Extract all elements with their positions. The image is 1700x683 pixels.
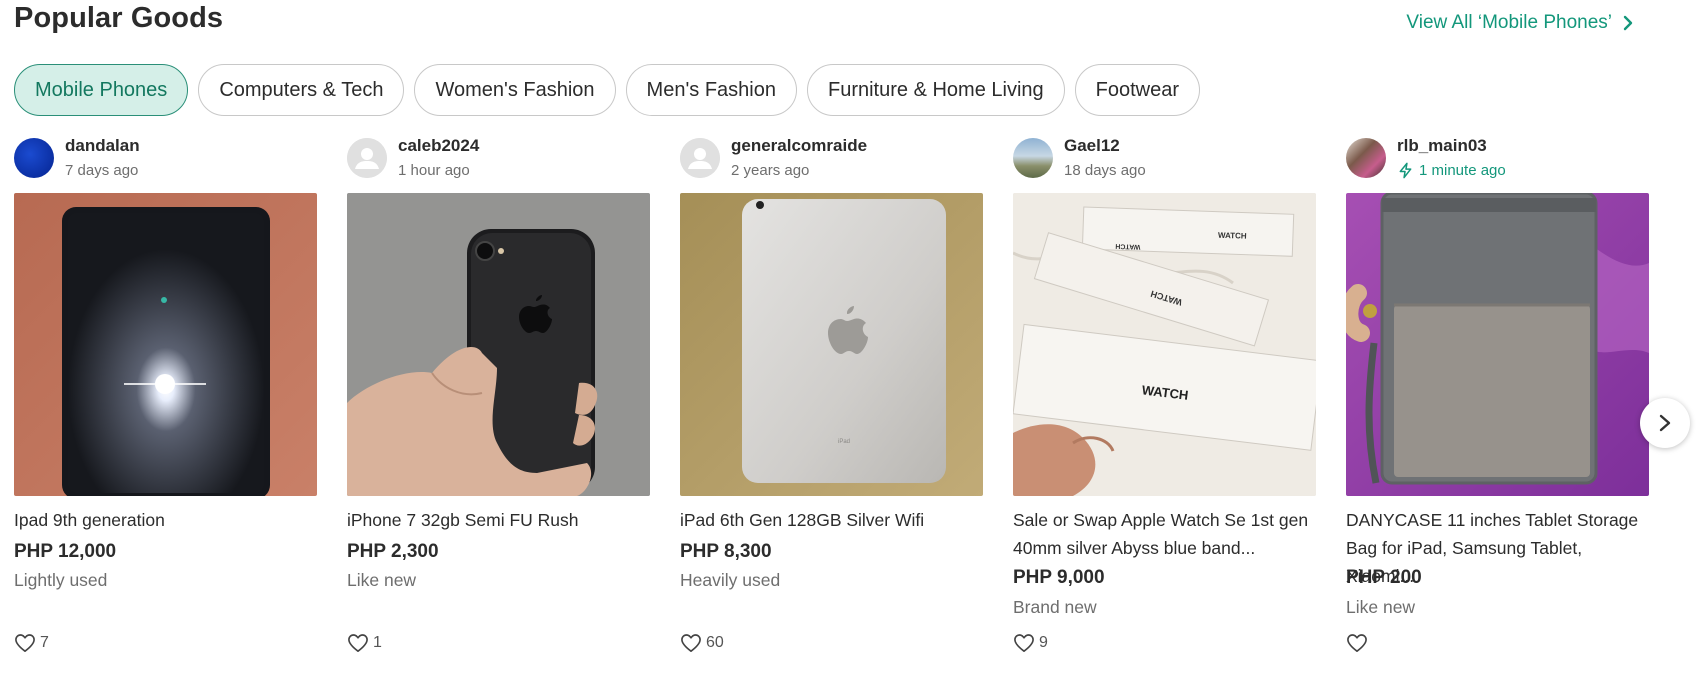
popular-goods-section: Popular Goods View All ‘Mobile Phones’ M… — [0, 0, 1700, 683]
ipad-photo-image — [14, 193, 317, 496]
listing-time: 1 minute ago — [1397, 162, 1506, 179]
section-title: Popular Goods — [14, 2, 224, 34]
watch-boxes-photo-image: WATCH WATCH WATCH WATCH — [1013, 193, 1316, 496]
seller-name[interactable]: dandalan — [65, 136, 140, 156]
heart-outline-icon — [348, 634, 368, 652]
like-count: 9 — [1039, 634, 1048, 651]
category-chip-furniture-home-living[interactable]: Furniture & Home Living — [806, 64, 1065, 116]
listing-condition: Like new — [347, 570, 417, 590]
lightning-icon — [1399, 162, 1412, 179]
chevron-right-icon — [1623, 15, 1633, 31]
listing-time-text: 7 days ago — [65, 162, 139, 179]
seller-info[interactable]: rlb_main03 1 minute ago — [1346, 136, 1649, 180]
listing-card[interactable]: rlb_main03 1 minute ago DANYCASE 11 inch… — [1346, 136, 1649, 666]
section-header: Popular Goods View All ‘Mobile Phones’ — [14, 0, 1634, 44]
seller-avatar[interactable] — [14, 138, 54, 178]
like-count: 1 — [373, 634, 382, 651]
listing-photo[interactable] — [1346, 193, 1649, 496]
listing-card[interactable]: generalcomraide 2 years ago iPad iPad 6t… — [680, 136, 983, 666]
listing-time: 18 days ago — [1064, 162, 1146, 179]
listing-title[interactable]: Ipad 9th generation — [14, 506, 317, 534]
iphone-photo-image — [347, 193, 650, 496]
seller-name[interactable]: rlb_main03 — [1397, 136, 1487, 156]
svg-text:WATCH: WATCH — [1218, 231, 1247, 241]
listing-price: PHP 12,000 — [14, 541, 117, 562]
like-button[interactable]: 7 — [14, 633, 49, 653]
like-button[interactable]: 1 — [347, 633, 382, 653]
listing-time: 7 days ago — [65, 162, 138, 179]
like-button[interactable]: 9 — [1013, 633, 1048, 653]
heart-outline-icon — [1014, 634, 1034, 652]
seller-info[interactable]: caleb2024 1 hour ago — [347, 136, 650, 180]
category-chip-computers-tech[interactable]: Computers & Tech — [198, 64, 405, 116]
listing-photo[interactable] — [14, 193, 317, 496]
like-button[interactable]: 60 — [680, 633, 724, 653]
listing-photo[interactable]: iPad — [680, 193, 983, 496]
category-chip-footwear[interactable]: Footwear — [1074, 64, 1201, 116]
view-all-link[interactable]: View All ‘Mobile Phones’ — [1406, 12, 1634, 34]
seller-avatar[interactable] — [1346, 138, 1386, 178]
category-chip-mobile-phones[interactable]: Mobile Phones — [14, 64, 189, 116]
listing-title[interactable]: iPhone 7 32gb Semi FU Rush — [347, 506, 650, 534]
listing-photo[interactable] — [347, 193, 650, 496]
listing-title[interactable]: iPad 6th Gen 128GB Silver Wifi — [680, 506, 983, 534]
like-count: 60 — [706, 634, 724, 651]
heart-outline-icon — [681, 634, 701, 652]
tablet-bag-photo-image — [1346, 193, 1649, 496]
like-button[interactable] — [1346, 633, 1372, 653]
seller-avatar[interactable] — [680, 138, 720, 178]
seller-info[interactable]: Gael12 18 days ago — [1013, 136, 1316, 180]
heart-outline-icon — [1347, 634, 1367, 652]
listing-price: PHP 200 — [1346, 567, 1422, 588]
seller-name[interactable]: generalcomraide — [731, 136, 867, 156]
chevron-right-icon — [1659, 414, 1671, 432]
seller-info[interactable]: dandalan 7 days ago — [14, 136, 317, 180]
default-user-icon — [680, 138, 720, 178]
listing-photo[interactable]: WATCH WATCH WATCH WATCH — [1013, 193, 1316, 496]
listing-time: 1 hour ago — [398, 162, 470, 179]
category-chips: Mobile Phones Computers & Tech Women's F… — [14, 64, 1201, 116]
listing-card[interactable]: dandalan 7 days ago Ipad 9th generation … — [14, 136, 317, 666]
like-count: 7 — [40, 634, 49, 651]
category-chip-mens-fashion[interactable]: Men's Fashion — [625, 64, 797, 116]
listing-time-text: 1 minute ago — [1419, 162, 1506, 179]
seller-name[interactable]: Gael12 — [1064, 136, 1120, 156]
category-chip-womens-fashion[interactable]: Women's Fashion — [414, 64, 616, 116]
svg-text:WATCH: WATCH — [1115, 242, 1140, 250]
listing-condition: Brand new — [1013, 597, 1097, 617]
default-user-icon — [347, 138, 387, 178]
seller-avatar[interactable] — [347, 138, 387, 178]
carousel-next-button[interactable] — [1640, 398, 1690, 448]
listing-card[interactable]: caleb2024 1 hour ago iPhone 7 32gb Semi … — [347, 136, 650, 666]
listing-time: 2 years ago — [731, 162, 809, 179]
heart-outline-icon — [15, 634, 35, 652]
listing-title[interactable]: Sale or Swap Apple Watch Se 1st gen 40mm… — [1013, 506, 1316, 562]
svg-text:iPad: iPad — [838, 439, 850, 445]
listing-condition: Lightly used — [14, 570, 108, 590]
seller-info[interactable]: generalcomraide 2 years ago — [680, 136, 983, 180]
listing-card[interactable]: Gael12 18 days ago WATCH WATCH WATCH WAT… — [1013, 136, 1316, 666]
listing-condition: Like new — [1346, 597, 1416, 617]
ipad-back-photo-image: iPad — [680, 193, 983, 496]
view-all-label: View All ‘Mobile Phones’ — [1406, 12, 1612, 33]
seller-avatar[interactable] — [1013, 138, 1053, 178]
listing-price: PHP 9,000 — [1013, 567, 1105, 588]
seller-name[interactable]: caleb2024 — [398, 136, 479, 156]
listing-time-text: 2 years ago — [731, 162, 810, 179]
listing-price: PHP 2,300 — [347, 541, 439, 562]
listing-price: PHP 8,300 — [680, 541, 772, 562]
listing-time-text: 1 hour ago — [398, 162, 470, 179]
listing-condition: Heavily used — [680, 570, 781, 590]
listing-time-text: 18 days ago — [1064, 162, 1146, 179]
